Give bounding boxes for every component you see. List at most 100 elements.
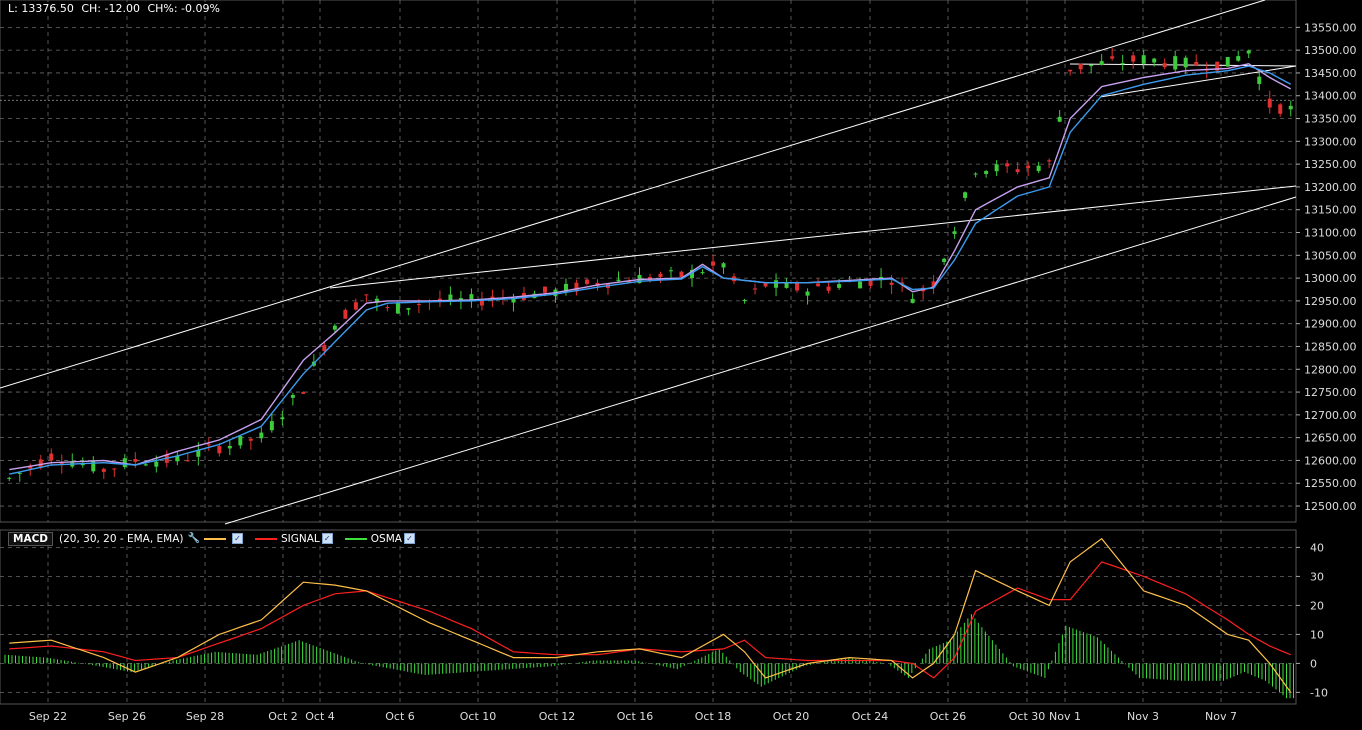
x-tick-label: Nov 3: [1127, 710, 1159, 723]
osma-label: OSMA: [370, 532, 402, 545]
price-tick-label: 12900.00: [1304, 318, 1357, 331]
candle-body: [227, 445, 232, 449]
candle-body: [17, 472, 22, 474]
candle-body: [805, 291, 810, 296]
chart-canvas[interactable]: Sep 22 Sep 26 Sep 28 Oct 2 Oct 4 Oct 6 Oct 10 O…: [0, 0, 1362, 730]
price-tick-label: 13550.00: [1304, 21, 1357, 34]
price-change: CH: -12.00: [81, 2, 140, 15]
macd-tick-label: -10: [1310, 686, 1328, 699]
last-price: L: 13376.50: [8, 2, 74, 15]
candle-body: [1162, 63, 1167, 68]
x-tick-label: Sep 26: [108, 710, 146, 723]
macd-title[interactable]: MACD: [8, 531, 53, 546]
x-tick-label: Nov 1: [1049, 710, 1081, 723]
price-tick-label: 12700.00: [1304, 409, 1357, 422]
candle-body: [963, 192, 968, 198]
price-tick-label: 13400.00: [1304, 90, 1357, 103]
macd-pane: [0, 529, 1297, 705]
candle-body: [679, 271, 684, 278]
candle-body: [910, 298, 915, 303]
candle-body: [290, 394, 295, 398]
signal-swatch: [254, 537, 277, 540]
price-tick-label: 13450.00: [1304, 67, 1357, 80]
x-tick-label: Nov 7: [1205, 710, 1237, 723]
macd-tick-label: 20: [1310, 599, 1324, 612]
candle-body: [942, 258, 947, 262]
signal-line-toggle[interactable]: SIGNAL ✓: [251, 533, 333, 545]
macd-tick-label: 0: [1310, 657, 1317, 670]
price-tick-label: 12650.00: [1304, 432, 1357, 445]
x-tick-label: Oct 26: [930, 710, 967, 723]
candle-body: [185, 460, 190, 462]
price-tick-label: 13250.00: [1304, 158, 1357, 171]
price-tick-label: 12600.00: [1304, 454, 1357, 467]
candle-body: [584, 279, 589, 284]
price-tick-label: 13300.00: [1304, 135, 1357, 148]
candle-body: [1015, 169, 1020, 173]
candle-body: [1183, 57, 1188, 68]
candle-body: [994, 164, 999, 172]
macd-params: (20, 30, 20 - EMA, EMA): [59, 532, 184, 545]
checkbox-icon[interactable]: ✓: [231, 533, 243, 544]
candle-body: [322, 345, 327, 352]
settings-wrench-icon[interactable]: 🔧: [188, 533, 200, 544]
candle-body: [1078, 63, 1083, 70]
candle-body: [1099, 61, 1104, 65]
candle-body: [301, 392, 306, 394]
candle-body: [91, 460, 96, 472]
price-tick-label: 13050.00: [1304, 249, 1357, 262]
candle-body: [1278, 104, 1283, 114]
candle-body: [332, 325, 337, 330]
candle-body: [38, 459, 43, 468]
macd-swatch: [203, 537, 226, 540]
candle-body: [248, 438, 253, 441]
candle-body: [1057, 116, 1062, 122]
candle-body: [973, 173, 978, 175]
candle-body: [1152, 58, 1157, 63]
candle-body: [669, 270, 674, 272]
macd-legend: MACD (20, 30, 20 - EMA, EMA) 🔧 ✓ SIGNAL …: [4, 531, 427, 546]
x-tick-label: Oct 2: [268, 710, 298, 723]
price-info-bar: L: 13376.50 CH: -12.00 CH%: -0.09%: [4, 2, 228, 15]
candle-body: [1194, 61, 1199, 66]
candle-body: [395, 302, 400, 314]
candle-body: [795, 283, 800, 291]
x-tick-label: Sep 22: [29, 710, 67, 723]
candle-body: [1026, 165, 1031, 169]
price-tick-label: 13200.00: [1304, 181, 1357, 194]
price-tick-label: 13500.00: [1304, 44, 1357, 57]
price-tick-label: 13150.00: [1304, 204, 1357, 217]
macd-line-toggle[interactable]: ✓: [200, 533, 243, 544]
candle-body: [1288, 105, 1293, 110]
candle-body: [385, 307, 390, 309]
candle-body: [206, 444, 211, 446]
candle-body: [984, 171, 989, 174]
candle-body: [763, 283, 768, 287]
price-tick-label: 12500.00: [1304, 500, 1357, 513]
candle-body: [101, 468, 106, 472]
checkbox-icon[interactable]: ✓: [403, 533, 415, 544]
price-tick-label: 12800.00: [1304, 363, 1357, 376]
checkbox-icon[interactable]: ✓: [321, 533, 333, 544]
candle-body: [238, 435, 243, 446]
candle-body: [479, 300, 484, 306]
osma-toggle[interactable]: OSMA ✓: [341, 533, 415, 545]
candle-body: [1267, 98, 1272, 108]
candle-body: [49, 453, 54, 461]
candle-body: [1005, 163, 1010, 167]
x-tick-label: Oct 10: [460, 710, 497, 723]
x-tick-label: Sep 28: [186, 710, 224, 723]
candle-body: [742, 299, 747, 301]
x-tick-label: Oct 16: [617, 710, 654, 723]
candle-body: [816, 283, 821, 287]
candle-body: [7, 477, 12, 479]
x-tick-label: Oct 20: [773, 710, 810, 723]
candle-body: [280, 417, 285, 420]
x-tick-label: Oct 18: [695, 710, 732, 723]
candle-body: [1110, 56, 1115, 59]
price-tick-label: 13350.00: [1304, 113, 1357, 126]
price-pane: [0, 0, 1297, 523]
candle-body: [542, 286, 547, 293]
candle-body: [1236, 56, 1241, 61]
osma-swatch: [344, 537, 367, 540]
